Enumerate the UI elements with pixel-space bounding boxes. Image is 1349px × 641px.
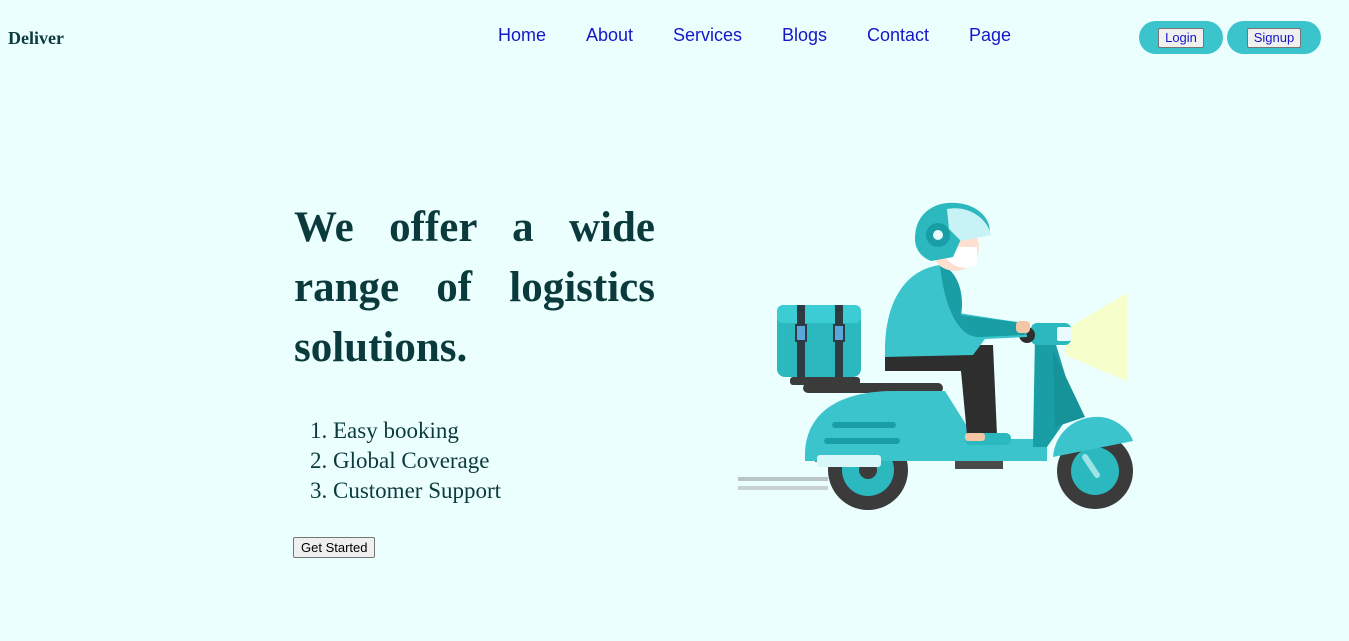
feature-list: Easy booking Global Coverage Customer Su… <box>294 416 501 506</box>
nav-link-home[interactable]: Home <box>498 25 546 46</box>
nav-link-blogs[interactable]: Blogs <box>782 25 827 46</box>
signup-pill: Signup <box>1227 21 1321 54</box>
nav-link-services[interactable]: Services <box>673 25 742 46</box>
feature-item-support: Customer Support <box>333 476 501 506</box>
signup-button[interactable]: Signup <box>1246 27 1302 48</box>
login-button[interactable]: Login <box>1158 27 1204 48</box>
hero-title: We offer a wide range of logistics solut… <box>294 204 655 371</box>
login-pill: Login <box>1139 21 1223 54</box>
get-started-button[interactable]: Get Started <box>293 537 376 558</box>
nav-link-page[interactable]: Page <box>969 25 1011 46</box>
headlight-beam-icon <box>1065 293 1127 381</box>
nav-link-contact[interactable]: Contact <box>867 25 929 46</box>
feature-item-coverage: Global Coverage <box>333 446 501 476</box>
nav-link-about[interactable]: About <box>586 25 633 46</box>
delivery-scooter-illustration <box>738 202 1133 510</box>
brand-logo[interactable]: Deliver <box>8 28 64 49</box>
speed-line-icon <box>738 486 828 490</box>
speed-line-icon <box>738 477 828 481</box>
feature-item-booking: Easy booking <box>333 416 501 446</box>
